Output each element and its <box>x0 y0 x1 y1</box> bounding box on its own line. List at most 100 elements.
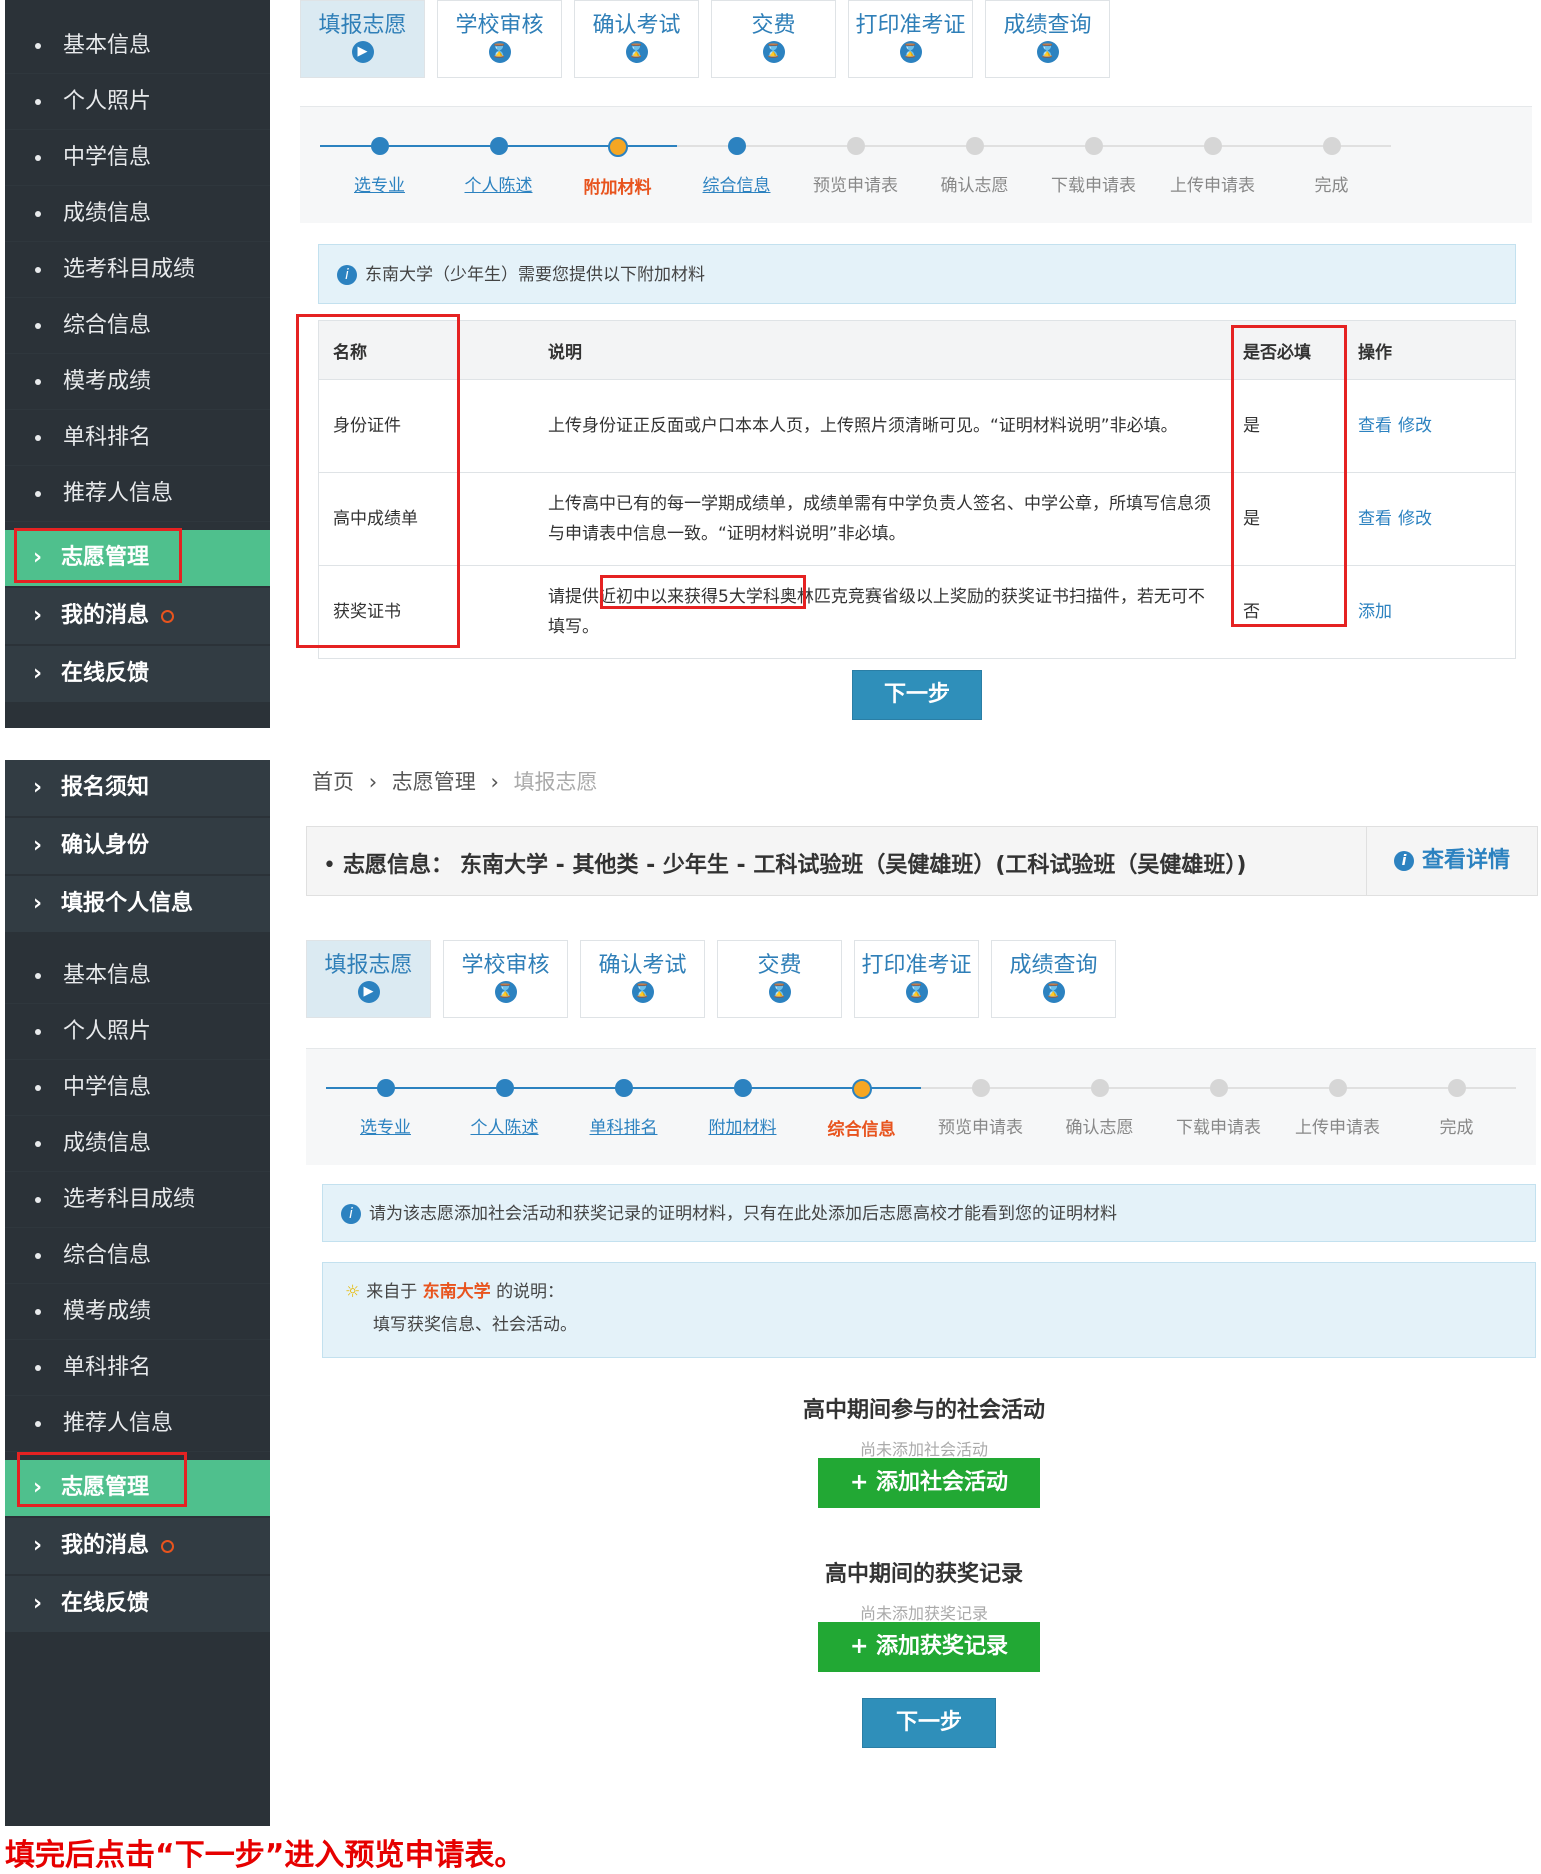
sidebar-subitem[interactable]: 选考科目成绩 <box>5 242 270 298</box>
process-tab[interactable]: 填报志愿 ▶ <box>306 940 431 1018</box>
process-tab[interactable]: 交费 ⌛ <box>711 0 836 78</box>
step-dot-icon <box>1203 137 1222 155</box>
breadcrumb-intent[interactable]: 志愿管理 <box>392 770 476 794</box>
sidebar-subitem-label: 个人照片 <box>63 1019 152 1044</box>
info-bar: i 请为该志愿添加社会活动和获奖记录的证明材料，只有在此处添加后志愿高校才能看到您… <box>322 1184 1536 1242</box>
sidebar-subitem-label: 选考科目成绩 <box>63 257 196 282</box>
bullet-icon <box>35 43 41 49</box>
sidebar-subitem[interactable]: 综合信息 <box>5 298 270 354</box>
sidebar-subitem[interactable]: 综合信息 <box>5 1228 270 1284</box>
sidebar-subitem[interactable]: 模考成绩 <box>5 354 270 410</box>
sidebar-item[interactable]: › 填报个人信息 <box>5 876 270 934</box>
process-tab[interactable]: 成绩查询 ⌛ <box>985 0 1110 78</box>
sidebar-item[interactable]: › 确认身份 <box>5 818 270 876</box>
step-label: 选专业 <box>360 1118 411 1138</box>
sidebar-subitem[interactable]: 推荐人信息 <box>5 466 270 522</box>
col-ops: 操作 <box>1344 320 1516 380</box>
step-dot-icon <box>965 137 984 155</box>
add-activity-button[interactable]: + 添加社会活动 <box>818 1458 1040 1508</box>
tab-label: 学校审核 <box>455 13 544 38</box>
op-link[interactable]: 修改 <box>1398 416 1432 436</box>
breadcrumb-home[interactable]: 首页 <box>312 770 354 794</box>
sidebar-item[interactable]: › 我的消息 <box>5 1518 270 1576</box>
process-tab[interactable]: 打印准考证 ⌛ <box>848 0 973 78</box>
sidebar-subitem-label: 推荐人信息 <box>63 481 174 506</box>
step-dot-icon <box>851 1079 872 1099</box>
sidebar-item-label: 填报个人信息 <box>61 891 194 916</box>
step-label: 单科排名 <box>589 1118 658 1138</box>
next-button[interactable]: 下一步 <box>852 670 982 720</box>
process-tab[interactable]: 交费 ⌛ <box>717 940 842 1018</box>
sidebar-subitem[interactable]: 单科排名 <box>5 1340 270 1396</box>
sidebar-subitem[interactable]: 中学信息 <box>5 1060 270 1116</box>
step-label: 完成 <box>1314 176 1349 196</box>
step-label: 下载申请表 <box>1051 176 1136 196</box>
hourglass-icon: ⌛ <box>899 41 922 63</box>
step-item[interactable]: 单科排名 <box>564 1079 683 1140</box>
step-dot-icon <box>1209 1079 1228 1097</box>
lightbulb-icon: ☼ <box>345 1282 361 1302</box>
step-item[interactable]: 选专业 <box>326 1079 445 1140</box>
process-tab[interactable]: 确认考试 ⌛ <box>574 0 699 78</box>
sidebar-subitem[interactable]: 成绩信息 <box>5 186 270 242</box>
sidebar-item-label: 我的消息 <box>61 1533 150 1558</box>
sidebar: 基本信息 个人照片 中学信息 成绩信息 选考科目成绩 综合信息 模考成绩 单科排名 推荐人信息 … <box>5 0 270 728</box>
sidebar-item[interactable]: › 我的消息 <box>5 588 270 646</box>
sidebar-item[interactable]: › 在线反馈 <box>5 1576 270 1634</box>
process-tab[interactable]: 学校审核 ⌛ <box>443 940 568 1018</box>
sidebar-subitem-label: 单科排名 <box>63 1355 152 1380</box>
cell-ops: 查看 修改 <box>1344 379 1516 473</box>
sidebar-subitem[interactable]: 单科排名 <box>5 410 270 466</box>
op-link[interactable]: 修改 <box>1398 509 1432 529</box>
process-tab[interactable]: 确认考试 ⌛ <box>580 940 705 1018</box>
process-tab[interactable]: 填报志愿 ▶ <box>300 0 425 78</box>
step-item[interactable]: 个人陈述 <box>439 137 558 198</box>
intent-label: 志愿信息： <box>342 853 453 878</box>
sidebar-subitem-label: 个人照片 <box>63 89 152 114</box>
bullet-icon <box>35 211 41 217</box>
process-tab[interactable]: 成绩查询 ⌛ <box>991 940 1116 1018</box>
step-item[interactable]: 附加材料 <box>683 1079 802 1140</box>
bullet-icon <box>35 973 41 979</box>
tab-label: 打印准考证 <box>861 953 972 978</box>
sidebar-subitem[interactable]: 中学信息 <box>5 130 270 186</box>
next-button[interactable]: 下一步 <box>862 1698 996 1748</box>
bullet-icon <box>35 491 41 497</box>
screenshot-panel-2: › 报名须知 › 确认身份 › 填报个人信息 基本信息 个人照片 中学信息 成绩信息 选考科目成绩… <box>0 760 1541 1826</box>
process-tab[interactable]: 打印准考证 ⌛ <box>854 940 979 1018</box>
step-item: 预览申请表 <box>796 137 915 198</box>
activities-empty: 尚未添加社会活动 <box>859 1440 988 1459</box>
add-award-button[interactable]: + 添加获奖记录 <box>818 1622 1040 1672</box>
sidebar-subitem[interactable]: 选考科目成绩 <box>5 1172 270 1228</box>
process-tab[interactable]: 学校审核 ⌛ <box>437 0 562 78</box>
chevron-right-icon: › <box>368 770 378 794</box>
sidebar-subitem[interactable]: 基本信息 <box>5 18 270 74</box>
view-details-link[interactable]: i 查看详情 <box>1366 827 1537 895</box>
hourglass-icon: ⌛ <box>494 981 517 1003</box>
step-item[interactable]: 附加材料 <box>558 137 677 198</box>
breadcrumb: 首页 › 志愿管理 › 填报志愿 <box>312 766 598 796</box>
sidebar-subitem[interactable]: 基本信息 <box>5 948 270 1004</box>
op-link[interactable]: 查看 <box>1358 416 1392 436</box>
bullet-icon <box>35 379 41 385</box>
bullet-icon <box>35 267 41 273</box>
chevron-right-icon: › <box>33 603 43 628</box>
sidebar-subitem[interactable]: 成绩信息 <box>5 1116 270 1172</box>
sidebar-subitem[interactable]: 推荐人信息 <box>5 1396 270 1452</box>
sidebar-subitem[interactable]: 个人照片 <box>5 1004 270 1060</box>
step-item[interactable]: 综合信息 <box>677 137 796 198</box>
step-item[interactable]: 选专业 <box>320 137 439 198</box>
sidebar-subitem[interactable]: 模考成绩 <box>5 1284 270 1340</box>
breadcrumb-current: 填报志愿 <box>513 770 598 794</box>
sidebar-item[interactable]: › 报名须知 <box>5 760 270 818</box>
records-section: 高中期间参与的社会活动 尚未添加社会活动 + 添加社会活动 高中期间的获奖记录 … <box>306 1360 1541 1826</box>
op-link[interactable]: 添加 <box>1358 602 1392 622</box>
step-item[interactable]: 综合信息 <box>802 1079 921 1140</box>
sidebar-subitem[interactable]: 个人照片 <box>5 74 270 130</box>
sidebar-item[interactable]: › 在线反馈 <box>5 646 270 704</box>
bullet-icon: • <box>323 853 336 878</box>
step-item[interactable]: 个人陈述 <box>445 1079 564 1140</box>
tab-label: 交费 <box>751 13 796 38</box>
op-link[interactable]: 查看 <box>1358 509 1392 529</box>
bullet-icon <box>35 99 41 105</box>
